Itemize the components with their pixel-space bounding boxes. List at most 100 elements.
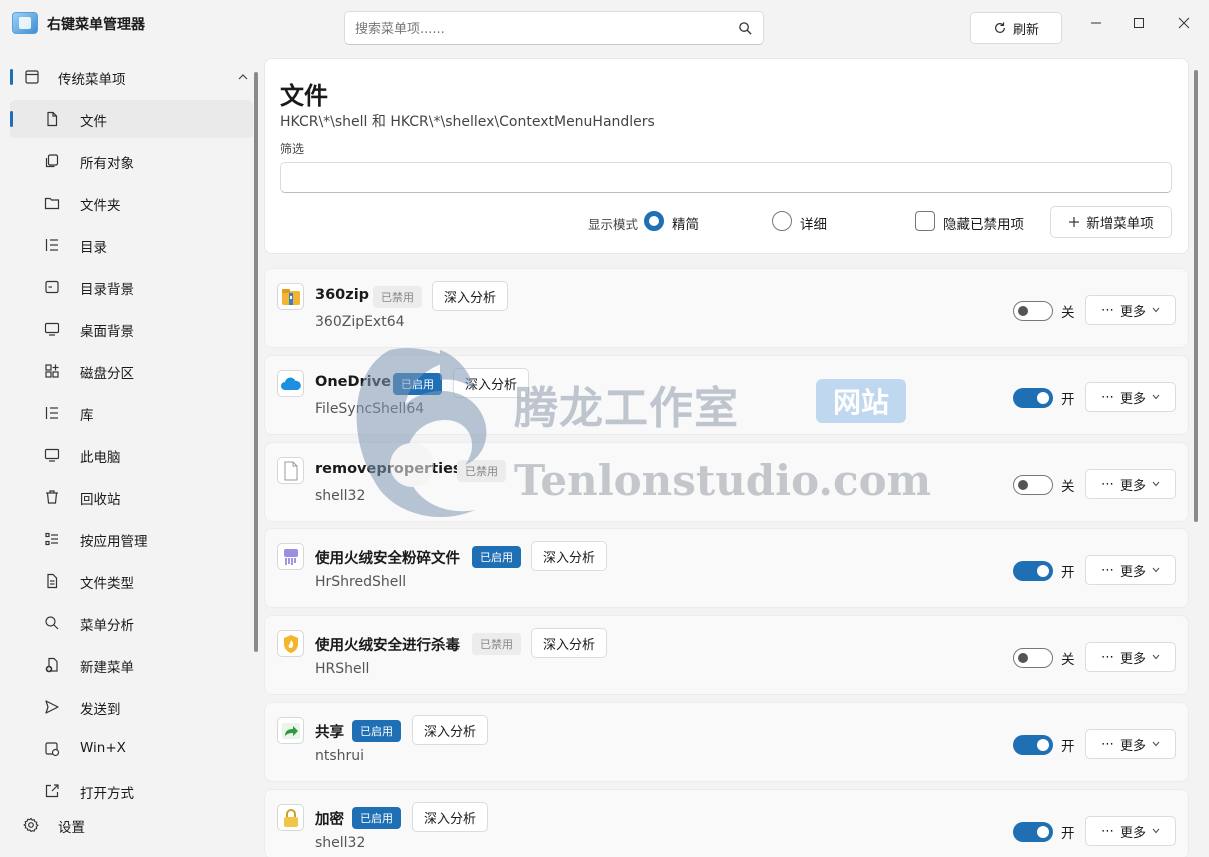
ellipsis-icon: ⋯ [1100,736,1114,752]
mode-simple-radio[interactable] [644,211,664,231]
menu-item-row: 共享 已启用 深入分析 ntshrui 开 ⋯ 更多 [264,702,1189,782]
toggle-switch[interactable] [1013,735,1053,755]
search-input[interactable] [355,18,725,40]
more-button[interactable]: ⋯ 更多 [1085,642,1176,672]
settings-nav-item[interactable]: 设置 [0,806,250,844]
mode-simple-label: 精简 [672,217,699,233]
mode-detail-label: 详细 [800,217,827,233]
sidebar-item-file[interactable]: 文件 [10,100,253,138]
sidebar-item-desktop-background[interactable]: 桌面背景 [10,310,253,348]
sidebar-item-directory[interactable]: 目录 [10,226,253,264]
filter-input[interactable] [280,162,1172,193]
toggle-label: 开 [1061,826,1075,842]
toggle-label: 开 [1061,565,1075,581]
refresh-button[interactable]: 刷新 [970,12,1062,44]
more-button[interactable]: ⋯ 更多 [1085,295,1176,325]
mode-detail-radio[interactable] [772,211,792,231]
main-scrollbar[interactable] [1194,70,1198,522]
hide-disabled-label: 隐藏已禁用项 [943,217,1024,233]
item-name: 使用火绒安全进行杀毒 [315,638,460,654]
share-arrow-icon [277,717,304,744]
analyze-button[interactable]: 深入分析 [531,541,608,571]
minimize-button[interactable] [1073,8,1119,38]
cloud-icon [277,370,304,397]
sidebar-item-label: 菜单分析 [80,618,134,634]
menu-item-row: 使用火绒安全粉碎文件 已启用 深入分析 HrShredShell 开 ⋯ 更多 [264,528,1189,608]
sidebar-item-label: 桌面背景 [80,324,134,340]
analyze-button[interactable]: 深入分析 [432,281,509,311]
toggle-switch[interactable] [1013,561,1053,581]
item-source: HrShredShell [315,574,407,590]
sidebar-item-recycle-bin[interactable]: 回收站 [10,478,253,516]
sidebar-item-by-app[interactable]: 按应用管理 [10,520,253,558]
toggle-switch[interactable] [1013,388,1053,408]
sidebar-item-file-types[interactable]: 文件类型 [10,562,253,600]
sidebar-item-directory-background[interactable]: 目录背景 [10,268,253,306]
plus-icon [1069,217,1080,227]
sidebar-item-label: 文件类型 [80,576,134,592]
sidebar-item-library[interactable]: 库 [10,394,253,432]
sidebar-item-open-with[interactable]: 打开方式 [10,772,253,810]
page-title: 文件 [280,82,328,110]
sidebar-item-drive[interactable]: 磁盘分区 [10,352,253,390]
toggle-switch[interactable] [1013,648,1053,668]
more-button[interactable]: ⋯ 更多 [1085,555,1176,585]
chevron-down-icon [1152,394,1160,400]
document-icon [47,573,58,589]
folder-icon [44,197,60,210]
open-external-icon [45,784,59,798]
close-button[interactable] [1161,8,1207,38]
sidebar-item-label: 文件夹 [80,198,121,214]
toggle-switch[interactable] [1013,475,1053,495]
analyze-button[interactable]: 深入分析 [412,715,489,745]
more-label: 更多 [1119,738,1146,754]
sidebar-item-winx[interactable]: Win+X [10,730,253,768]
item-name: 共享 [315,725,344,741]
sidebar-item-label: 回收站 [80,492,121,508]
shredder-icon [277,543,304,570]
settings-label: 设置 [58,820,85,836]
watermark-text-en: Tenlonstudio.com [514,456,932,505]
ellipsis-icon: ⋯ [1100,302,1114,318]
more-button[interactable]: ⋯ 更多 [1085,816,1176,846]
toggle-label: 开 [1061,392,1075,408]
minimize-icon [1091,22,1101,24]
sidebar-item-label: 发送到 [80,702,121,718]
sidebar-item-folder[interactable]: 文件夹 [10,184,253,222]
more-button[interactable]: ⋯ 更多 [1085,469,1176,499]
analyze-button[interactable]: 深入分析 [531,628,608,658]
watermark-text-cn: 腾龙工作室 [514,383,739,434]
app-title: 右键菜单管理器 [47,17,145,33]
sidebar-item-menu-analysis[interactable]: 菜单分析 [10,604,253,642]
more-button[interactable]: ⋯ 更多 [1085,729,1176,759]
add-item-button[interactable]: 新增菜单项 [1050,206,1172,238]
item-source: ntshrui [315,748,365,764]
more-label: 更多 [1119,825,1146,841]
sidebar-item-label: Win+X [80,740,126,756]
close-icon [1178,17,1190,29]
toggle-switch[interactable] [1013,822,1053,842]
status-badge: 已启用 [472,546,521,568]
window-icon [45,280,59,294]
toggle-label: 关 [1061,652,1075,668]
analyze-button[interactable]: 深入分析 [412,802,489,832]
sidebar-item-send-to[interactable]: 发送到 [10,688,253,726]
ellipsis-icon: ⋯ [1100,562,1114,578]
sidebar-scrollbar[interactable] [254,72,258,652]
dragon-logo-icon [356,348,487,518]
item-name: 360zip [315,287,370,303]
toggle-switch[interactable] [1013,301,1053,321]
display-mode-label: 显示模式 [588,217,639,232]
search-box[interactable] [344,11,764,45]
sidebar-group-legacy[interactable]: 传统菜单项 [10,58,253,96]
maximize-button[interactable] [1116,8,1162,38]
refresh-label: 刷新 [1012,22,1039,38]
ellipsis-icon: ⋯ [1100,476,1114,492]
sidebar-item-new-menu[interactable]: 新建菜单 [10,646,253,684]
gear-icon [23,817,39,833]
sidebar-item-this-pc[interactable]: 此电脑 [10,436,253,474]
ellipsis-icon: ⋯ [1100,389,1114,405]
hide-disabled-checkbox[interactable] [915,211,935,231]
sidebar-item-all-objects[interactable]: 所有对象 [10,142,253,180]
more-button[interactable]: ⋯ 更多 [1085,382,1176,412]
